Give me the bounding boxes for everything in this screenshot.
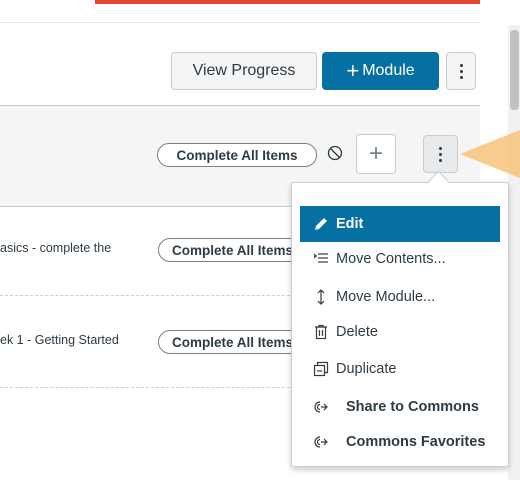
menu-item-label: Delete (336, 324, 378, 340)
updown-arrow-icon (312, 288, 330, 306)
menu-item-label: Edit (336, 216, 364, 232)
complete-all-requirement-badge: Complete All Items (157, 143, 317, 167)
menu-item-edit[interactable]: Edit (300, 206, 500, 242)
add-module-label: Module (362, 62, 415, 79)
menu-item-move-contents[interactable]: Move Contents... (300, 241, 500, 277)
menu-item-duplicate[interactable]: Duplicate (300, 351, 500, 387)
move-contents-icon (312, 250, 330, 268)
commons-icon (312, 433, 330, 451)
highlight-callout (460, 130, 520, 178)
complete-all-label: Complete All Items (176, 147, 298, 163)
plus-icon: + (368, 140, 383, 167)
menu-item-label: Share to Commons (346, 399, 479, 415)
complete-all-label: Complete All Items (172, 242, 294, 258)
commons-icon (312, 398, 330, 416)
plus-icon: + (346, 58, 360, 83)
view-progress-button[interactable]: View Progress (171, 52, 317, 90)
add-item-button[interactable]: + (356, 134, 396, 174)
page-options-button[interactable] (446, 52, 476, 90)
pencil-icon (312, 215, 330, 233)
menu-item-commons-favorites[interactable]: Commons Favorites (300, 424, 500, 460)
item-divider (0, 387, 310, 388)
kebab-icon (439, 146, 442, 162)
module-item-title[interactable]: ek 1 - Getting Started (0, 333, 119, 347)
kebab-icon (459, 63, 463, 79)
scrollbar-thumb[interactable] (510, 30, 519, 110)
complete-all-requirement-badge: Complete All Items (158, 330, 303, 354)
add-module-button[interactable]: + Module (322, 52, 439, 90)
complete-all-requirement-badge: Complete All Items (158, 238, 303, 262)
module-options-button[interactable] (423, 135, 458, 173)
menu-item-label: Duplicate (336, 361, 397, 377)
unpublished-icon[interactable] (327, 145, 343, 161)
item-divider (0, 295, 310, 296)
module-item-title[interactable]: asics - complete the (0, 241, 111, 255)
trash-icon (312, 323, 330, 341)
menu-item-label: Move Module... (336, 289, 436, 305)
menu-item-label: Move Contents... (336, 251, 446, 267)
menu-item-delete[interactable]: Delete (300, 314, 500, 350)
menu-item-share-to-commons[interactable]: Share to Commons (300, 389, 500, 425)
view-progress-label: View Progress (192, 62, 296, 79)
top-accent-bar (95, 0, 480, 4)
complete-all-label: Complete All Items (172, 334, 294, 350)
menu-item-move-module[interactable]: Move Module... (300, 279, 500, 315)
menu-item-label: Commons Favorites (346, 434, 486, 450)
copy-icon (312, 360, 330, 378)
divider (0, 22, 480, 23)
